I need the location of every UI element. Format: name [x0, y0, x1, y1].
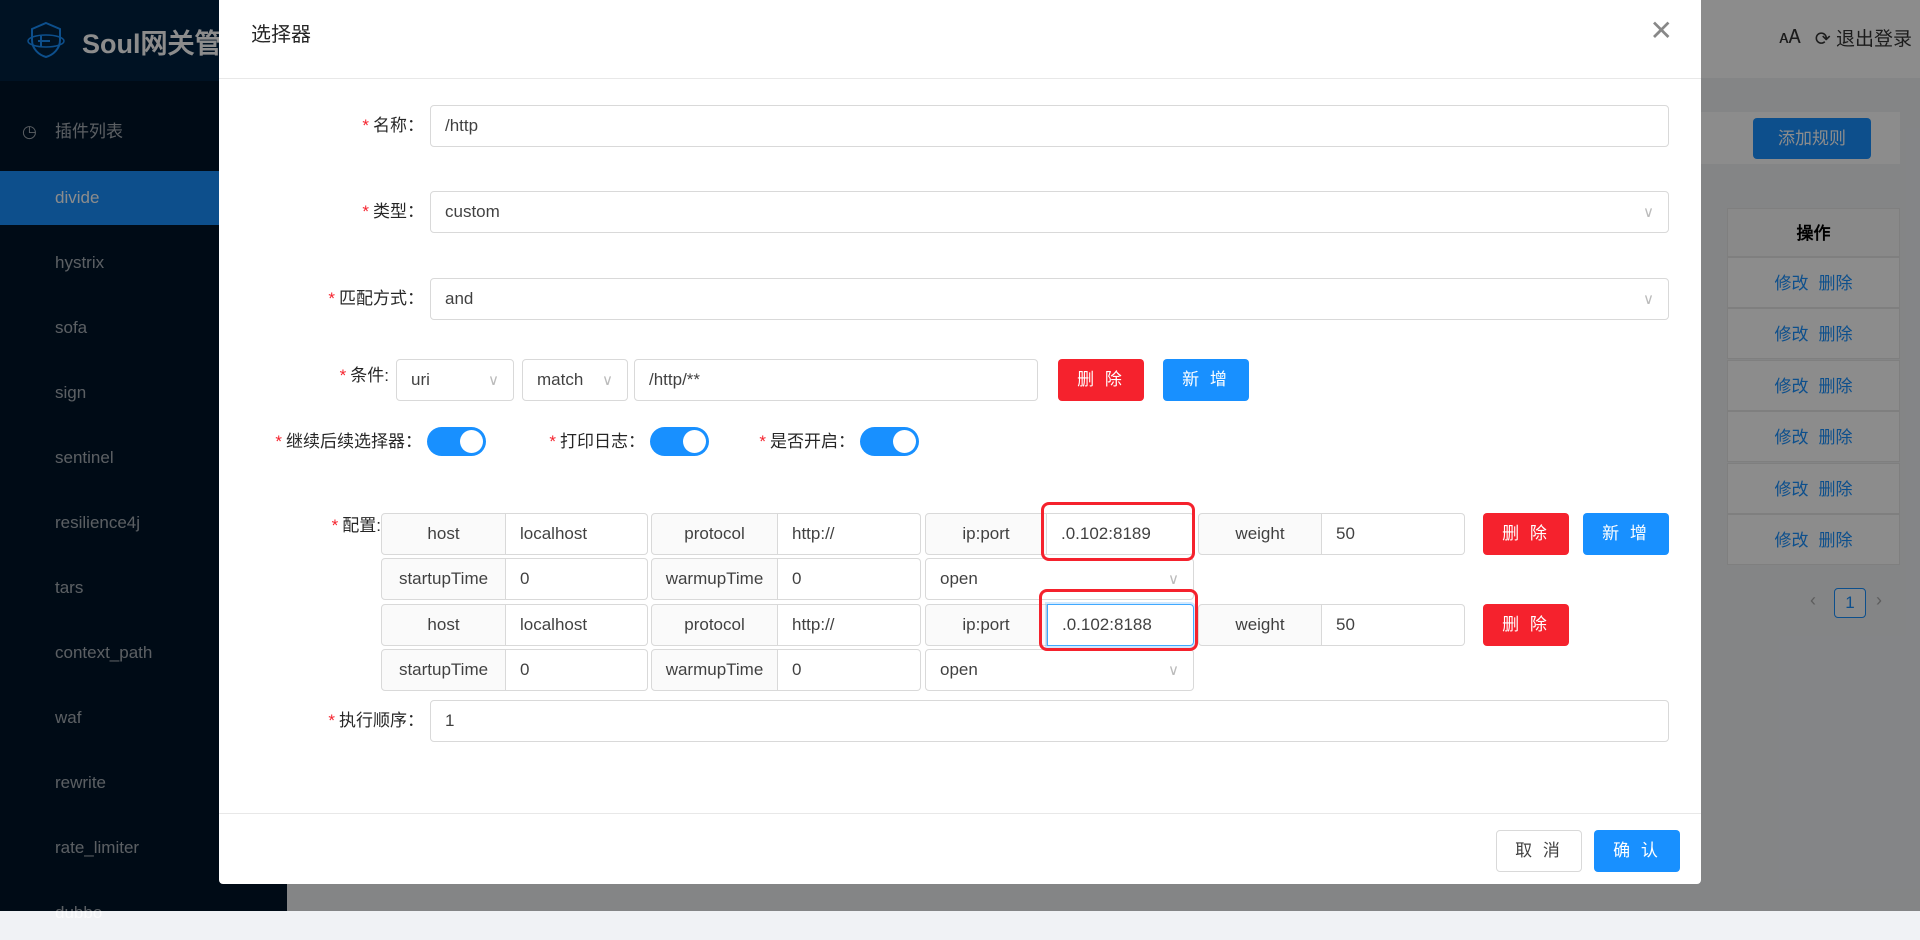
name-label: * 名称：	[362, 116, 424, 135]
host-group: host localhost	[381, 513, 648, 555]
startup-time-input[interactable]: 0	[506, 649, 648, 691]
protocol-addon: protocol	[651, 513, 778, 555]
continue-switch[interactable]	[427, 427, 486, 456]
divider	[219, 78, 1701, 79]
weight-addon: weight	[1198, 604, 1322, 646]
protocol-group: protocol http://	[651, 513, 921, 555]
chevron-down-icon: ∨	[1168, 571, 1179, 588]
highlight-box	[1039, 589, 1198, 651]
host-input[interactable]: localhost	[506, 604, 648, 646]
warmup-time-group: warmupTime 0	[651, 558, 921, 600]
weight-addon: weight	[1198, 513, 1322, 555]
condition-param-select[interactable]: uri ∨	[396, 359, 514, 401]
continue-label: * 继续后续选择器：	[275, 432, 422, 451]
close-icon[interactable]: ✕	[1650, 14, 1673, 47]
host-group: host localhost	[381, 604, 648, 646]
order-label: * 执行顺序：	[328, 711, 424, 730]
confirm-button[interactable]: 确 认	[1594, 830, 1680, 872]
startup-time-group: startupTime 0	[381, 558, 648, 600]
config-label: * 配置:	[331, 516, 381, 535]
match-mode-select[interactable]: and ∨	[430, 278, 1669, 320]
condition-label: * 条件:	[339, 366, 389, 385]
chevron-down-icon: ∨	[602, 372, 613, 389]
startup-time-input[interactable]: 0	[506, 558, 648, 600]
ip-port-addon: ip:port	[925, 513, 1047, 555]
protocol-group: protocol http://	[651, 604, 921, 646]
weight-group: weight 50	[1198, 513, 1465, 555]
host-addon: host	[381, 513, 506, 555]
status-select[interactable]: open ∨	[925, 649, 1194, 691]
cancel-button[interactable]: 取 消	[1496, 830, 1582, 872]
weight-group: weight 50	[1198, 604, 1465, 646]
chevron-down-icon: ∨	[1168, 662, 1179, 679]
condition-add-button[interactable]: 新 增	[1163, 359, 1249, 401]
host-input[interactable]: localhost	[506, 513, 648, 555]
order-input[interactable]: 1	[430, 700, 1669, 742]
chevron-down-icon: ∨	[1643, 291, 1654, 308]
startup-time-addon: startupTime	[381, 558, 506, 600]
match-mode-label: * 匹配方式：	[328, 289, 424, 308]
config-delete-button[interactable]: 删 除	[1483, 513, 1569, 555]
ip-port-addon: ip:port	[925, 604, 1047, 646]
startup-time-group: startupTime 0	[381, 649, 648, 691]
enabled-label: * 是否开启：	[759, 432, 855, 451]
config-delete-button[interactable]: 删 除	[1483, 604, 1569, 646]
name-input[interactable]: /http	[430, 105, 1669, 147]
footer-divider	[219, 813, 1701, 814]
type-label: * 类型：	[362, 202, 424, 221]
protocol-input[interactable]: http://	[778, 513, 921, 555]
warmup-time-input[interactable]: 0	[778, 649, 921, 691]
host-addon: host	[381, 604, 506, 646]
type-select[interactable]: custom ∨	[430, 191, 1669, 233]
warmup-time-addon: warmupTime	[651, 649, 778, 691]
warmup-time-addon: warmupTime	[651, 558, 778, 600]
condition-value-input[interactable]: /http/**	[634, 359, 1038, 401]
weight-input[interactable]: 50	[1322, 513, 1465, 555]
selector-modal: 选择器 ✕ * 名称： /http * 类型： custom ∨ * 匹配方式： and…	[219, 0, 1701, 884]
config-add-button[interactable]: 新 增	[1583, 513, 1669, 555]
log-label: * 打印日志：	[549, 432, 645, 451]
condition-delete-button[interactable]: 删 除	[1058, 359, 1144, 401]
condition-operator-select[interactable]: match ∨	[522, 359, 628, 401]
chevron-down-icon: ∨	[1643, 204, 1654, 221]
warmup-time-input[interactable]: 0	[778, 558, 921, 600]
protocol-input[interactable]: http://	[778, 604, 921, 646]
startup-time-addon: startupTime	[381, 649, 506, 691]
weight-input[interactable]: 50	[1322, 604, 1465, 646]
modal-title: 选择器	[251, 24, 311, 46]
enabled-switch[interactable]	[860, 427, 919, 456]
chevron-down-icon: ∨	[488, 372, 499, 389]
protocol-addon: protocol	[651, 604, 778, 646]
warmup-time-group: warmupTime 0	[651, 649, 921, 691]
log-switch[interactable]	[650, 427, 709, 456]
highlight-box	[1041, 502, 1195, 561]
